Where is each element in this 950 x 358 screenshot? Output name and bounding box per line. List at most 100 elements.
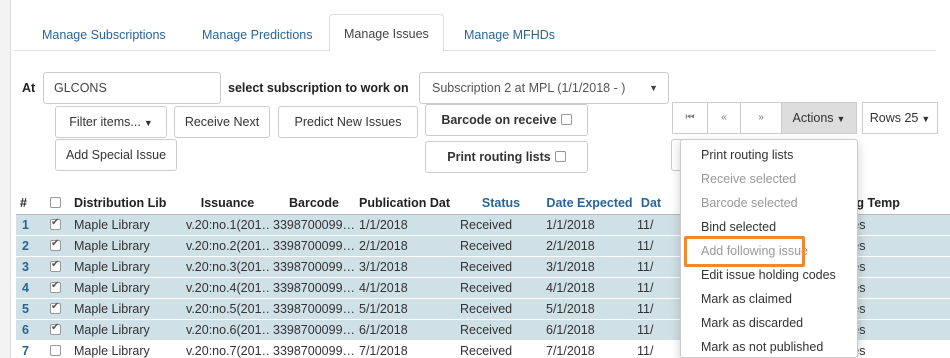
row-number[interactable]: 1	[16, 214, 46, 236]
cell-date-received: 11/	[633, 277, 665, 299]
cell-barcode: 3398700099…	[269, 256, 355, 278]
cell-date-received: 11/	[633, 340, 665, 358]
menu-item-bind-selected[interactable]: Bind selected	[681, 216, 857, 238]
row-number[interactable]: 7	[16, 340, 46, 358]
row-select-checkbox[interactable]	[50, 280, 61, 293]
chevron-down-icon: ▼	[649, 83, 658, 93]
menu-item-edit-issue-holding-codes[interactable]: Edit issue holding codes	[681, 264, 857, 286]
row-select-checkbox[interactable]	[50, 217, 61, 230]
cell-date-expected: 4/1/2018	[542, 277, 633, 299]
row-select-checkbox[interactable]	[50, 259, 61, 272]
subscription-select[interactable]: Subscription 2 at MPL (1/1/2018 - ) ▼	[419, 72, 669, 104]
print-routing-lists-label: Print routing lists	[447, 150, 551, 164]
cell-barcode: 3398700099…	[269, 214, 355, 236]
row-select-checkbox[interactable]	[50, 301, 61, 314]
cell-issuance: v.20:no.6(201…	[182, 319, 269, 341]
cell-issuance: v.20:no.3(201…	[182, 256, 269, 278]
rows-per-page-label: Rows 25	[869, 111, 919, 125]
subscription-select-value: Subscription 2 at MPL (1/1/2018 - )	[432, 81, 626, 95]
barcode-on-receive-toggle[interactable]: Barcode on receive	[425, 104, 588, 136]
add-special-issue-button[interactable]: Add Special Issue	[55, 139, 177, 171]
cell-issuance: v.20:no.2(201…	[182, 235, 269, 257]
col-header-distribution-lib[interactable]: Distribution Lib	[70, 193, 182, 215]
row-number[interactable]: 2	[16, 235, 46, 257]
col-header-date-expected[interactable]: Date Expected	[542, 193, 633, 215]
cell-barcode: 3398700099…	[269, 340, 355, 358]
tab-manage-issues[interactable]: Manage Issues	[329, 14, 444, 52]
cell-issuance: v.20:no.4(201…	[182, 277, 269, 299]
col-header-issuance[interactable]: Issuance	[182, 193, 269, 215]
cell-distribution-lib: Maple Library	[70, 340, 182, 358]
rows-per-page-button[interactable]: Rows 25 ▼	[862, 102, 938, 134]
caret-down-icon: ▼	[143, 118, 153, 128]
cell-barcode: 3398700099…	[269, 235, 355, 257]
cell-date-expected: 6/1/2018	[542, 319, 633, 341]
cell-date-received: 11/	[633, 256, 665, 278]
predict-new-issues-button[interactable]: Predict New Issues	[278, 106, 418, 138]
col-header-publication-date[interactable]: Publication Dat	[355, 193, 456, 215]
row-number[interactable]: 3	[16, 256, 46, 278]
filter-items-button[interactable]: Filter items... ▼	[55, 106, 167, 138]
menu-item-mark-as-not-published[interactable]: Mark as not published	[681, 336, 857, 358]
row-select-checkbox[interactable]	[50, 238, 61, 251]
cell-date-expected: 1/1/2018	[542, 214, 633, 236]
cell-status: Received	[456, 235, 542, 257]
cell-date-received: 11/	[633, 235, 665, 257]
menu-item-print-routing-lists[interactable]: Print routing lists	[681, 144, 857, 166]
row-number[interactable]: 6	[16, 319, 46, 341]
cell-status: Received	[456, 298, 542, 320]
col-header-barcode[interactable]: Barcode	[269, 193, 355, 215]
col-header-select-all[interactable]	[46, 193, 70, 215]
tab-bar: Manage Subscriptions Manage Predictions …	[14, 14, 936, 52]
col-header-number: #	[16, 193, 46, 215]
cell-issuance: v.20:no.1(201…	[182, 214, 269, 236]
previous-page-icon[interactable]: «	[707, 102, 741, 134]
location-input[interactable]: GLCONS	[43, 72, 221, 104]
print-routing-lists-checkbox[interactable]	[554, 151, 566, 162]
menu-item-mark-as-claimed[interactable]: Mark as claimed	[681, 288, 857, 310]
menu-item-mark-as-discarded[interactable]: Mark as discarded	[681, 312, 857, 334]
row-number[interactable]: 4	[16, 277, 46, 299]
cell-publication-date: 3/1/2018	[355, 256, 456, 278]
cell-barcode: 3398700099…	[269, 277, 355, 299]
row-select-checkbox[interactable]	[50, 322, 61, 335]
col-header-date-received[interactable]: Dat	[633, 193, 665, 215]
first-page-icon[interactable]: ⏮	[672, 102, 708, 134]
row-checkbox	[46, 319, 70, 341]
col-header-status[interactable]: Status	[456, 193, 542, 215]
cell-status: Received	[456, 277, 542, 299]
cell-distribution-lib: Maple Library	[70, 277, 182, 299]
cell-status: Received	[456, 319, 542, 341]
menu-item-barcode-selected: Barcode selected	[701, 196, 798, 210]
row-checkbox	[46, 340, 70, 358]
actions-label: Actions	[792, 111, 834, 125]
tab-manage-mfhds[interactable]: Manage MFHDs	[450, 20, 569, 51]
tab-manage-predictions[interactable]: Manage Predictions	[188, 20, 326, 51]
select-all-checkbox[interactable]	[50, 197, 61, 209]
row-select-checkbox[interactable]	[50, 344, 61, 356]
cell-date-expected: 5/1/2018	[542, 298, 633, 320]
cell-barcode: 3398700099…	[269, 319, 355, 341]
cell-publication-date: 7/1/2018	[355, 340, 456, 358]
cell-publication-date: 4/1/2018	[355, 277, 456, 299]
caret-down-icon: ▼	[921, 114, 931, 124]
next-page-icon[interactable]: »	[740, 102, 782, 134]
cell-status: Received	[456, 256, 542, 278]
cell-distribution-lib: Maple Library	[70, 298, 182, 320]
barcode-on-receive-checkbox[interactable]	[560, 114, 572, 125]
cell-distribution-lib: Maple Library	[70, 319, 182, 341]
row-number[interactable]: 5	[16, 298, 46, 320]
actions-button[interactable]: Actions ▼	[781, 102, 857, 134]
cell-date-expected: 2/1/2018	[542, 235, 633, 257]
cell-barcode: 3398700099…	[269, 298, 355, 320]
cell-publication-date: 2/1/2018	[355, 235, 456, 257]
cell-date-expected: 7/1/2018	[542, 340, 633, 358]
cell-date-received: 11/	[633, 319, 665, 341]
tab-manage-subscriptions[interactable]: Manage Subscriptions	[28, 20, 180, 51]
row-checkbox	[46, 235, 70, 257]
at-label: At	[22, 81, 36, 95]
print-routing-lists-toggle[interactable]: Print routing lists	[425, 141, 588, 173]
cell-distribution-lib: Maple Library	[70, 235, 182, 257]
select-subscription-label: select subscription to work on	[228, 81, 409, 95]
receive-next-button[interactable]: Receive Next	[174, 106, 270, 138]
